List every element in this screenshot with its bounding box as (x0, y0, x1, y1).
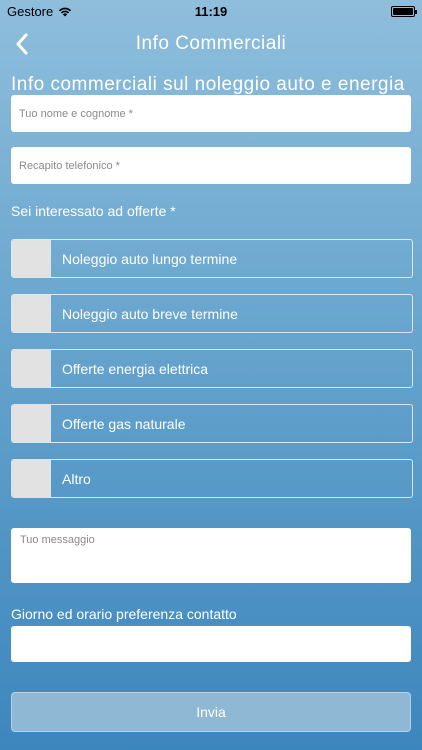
checkbox[interactable] (12, 295, 51, 332)
offer-option-label: Noleggio auto breve termine (62, 305, 238, 322)
status-left: Gestore (7, 4, 127, 19)
offer-option-label: Noleggio auto lungo termine (62, 250, 238, 267)
offer-option-short-term-rental[interactable]: Noleggio auto breve termine (11, 294, 413, 333)
phone-input[interactable] (11, 147, 411, 184)
offer-option-label: Altro (62, 470, 91, 487)
checkbox[interactable] (12, 405, 51, 442)
battery-level (392, 7, 413, 15)
offer-option-natural-gas[interactable]: Offerte gas naturale (11, 404, 413, 443)
checkbox[interactable] (12, 460, 51, 497)
contact-time-input[interactable] (11, 626, 411, 662)
contact-time-label: Giorno ed orario preferenza contatto (11, 606, 237, 622)
offers-label: Sei interessato ad offerte * (11, 203, 176, 219)
page-title: Info Commerciali (135, 33, 287, 54)
carrier-name: Gestore (7, 3, 54, 19)
status-bar: Gestore 11:19 (0, 0, 422, 22)
offer-option-label: Offerte energia elettrica (62, 360, 209, 377)
chevron-left-icon (16, 33, 28, 55)
offer-option-label: Offerte gas naturale (62, 415, 186, 432)
battery-icon (390, 5, 417, 17)
status-time: 11:19 (194, 3, 228, 19)
back-button[interactable] (6, 28, 38, 60)
checkbox[interactable] (12, 240, 51, 277)
name-input[interactable] (11, 95, 411, 132)
offer-option-long-term-rental[interactable]: Noleggio auto lungo termine (11, 239, 413, 278)
offer-option-electricity[interactable]: Offerte energia elettrica (11, 349, 413, 388)
status-right (295, 5, 417, 17)
offer-option-other[interactable]: Altro (11, 459, 413, 498)
wifi-icon (59, 7, 72, 16)
nav-bar: Info Commerciali (0, 22, 422, 66)
submit-button[interactable]: Invia (11, 692, 411, 732)
message-textarea[interactable] (11, 528, 411, 583)
checkbox[interactable] (12, 350, 51, 387)
